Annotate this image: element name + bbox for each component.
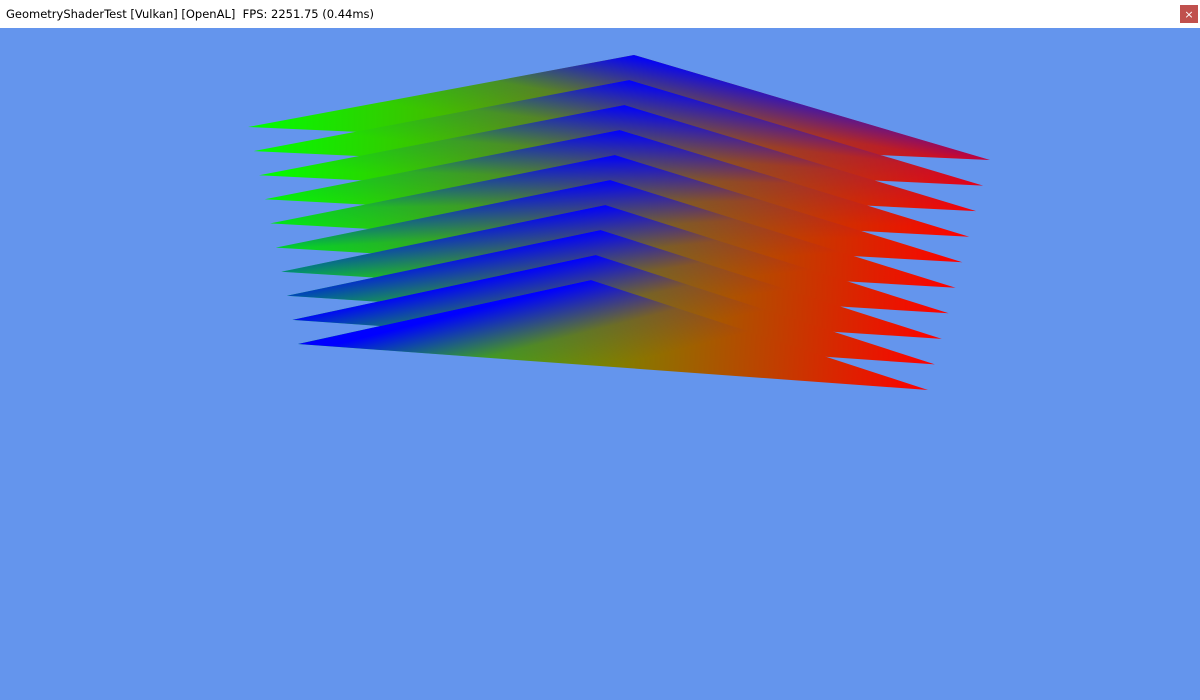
app-window: GeometryShaderTest [Vulkan] [OpenAL] FPS… xyxy=(0,0,1200,700)
window-title: GeometryShaderTest [Vulkan] [OpenAL] FPS… xyxy=(6,7,375,21)
close-icon: × xyxy=(1184,7,1194,21)
rendered-scene xyxy=(248,55,990,390)
render-viewport[interactable] xyxy=(0,28,1200,700)
close-button[interactable]: × xyxy=(1180,5,1198,23)
triangle-stack xyxy=(248,55,990,390)
title-bar[interactable]: GeometryShaderTest [Vulkan] [OpenAL] FPS… xyxy=(0,0,1200,28)
